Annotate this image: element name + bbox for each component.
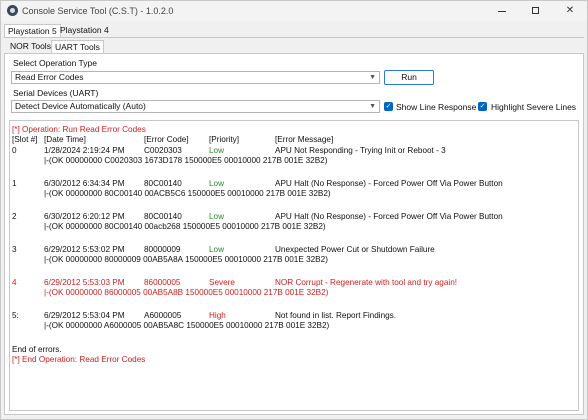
entry-priority: Low [209,146,225,155]
column-slot: [Slot #] [12,135,38,144]
entry-error-message: Unexpected Power Cut or Shutdown Failure [275,245,435,254]
column-error-code: [Error Code] [144,135,189,144]
entry-slot: 5: [12,311,19,320]
show-line-response-label: Show Line Response [396,102,477,112]
tab-divider [4,37,584,38]
log-entry-detail: |-(OK 00000000 80C00140 00acb268 150000E… [44,222,326,231]
entry-priority: Severe [209,278,235,287]
chevron-down-icon: ▼ [369,103,376,110]
operation-start-line: [*] Operation: Run Read Error Codes [12,125,146,134]
log-entry-detail: |-(OK 00000000 86000005 00AB5A8B 150000E… [44,288,329,297]
end-of-errors-line: End of errors. [12,345,62,354]
entry-slot: 3 [12,245,17,254]
highlight-severe-checkbox[interactable]: ✓ [478,102,487,111]
operation-end-line: [*] End Operation: Read Error Codes [12,355,146,364]
entry-date-time: 6/29/2012 5:53:03 PM [44,278,125,287]
entry-priority: Low [209,245,225,254]
column-date-time: [Date Time] [44,135,86,144]
entry-error-message: APU Not Responding - Trying Init or Rebo… [275,146,446,155]
maximize-icon [532,7,539,14]
app-window: Console Service Tool (C.S.T) - 1.0.2.0 ✕… [0,0,588,420]
entry-slot: 2 [12,212,17,221]
show-line-response-checkbox[interactable]: ✓ [384,102,393,111]
highlight-severe-label: Highlight Severe Lines [491,102,577,112]
log-entry-detail: |-(OK 00000000 80C00140 00ACB5C6 150000E… [44,189,331,198]
operation-type-label: Select Operation Type [13,58,97,68]
tab-uart-tools[interactable]: UART Tools [51,40,104,53]
entry-error-message: Not found in list. Report Findings. [275,311,397,320]
minimize-icon [498,11,506,12]
entry-error-message: APU Halt (No Response) - Forced Power Of… [275,179,503,188]
tab-playstation-4[interactable]: Playstation 4 [57,24,112,37]
entry-slot: 0 [12,146,17,155]
entry-error-code: 86000005 [144,278,181,287]
entry-error-message: NOR Corrupt - Regenerate with tool and t… [275,278,458,287]
app-icon [7,5,18,16]
run-button[interactable]: Run [384,70,434,85]
minimize-button[interactable] [485,1,519,21]
log-entry-detail: |-(OK 00000000 C0020303 1673D178 150000E… [44,156,328,165]
column-priority: [Priority] [209,135,240,144]
tab-nor-tools[interactable]: NOR Tools [7,40,54,53]
entry-date-time: 6/30/2012 6:34:34 PM [44,179,125,188]
operation-type-value: Read Error Codes [15,72,84,82]
entry-error-message: APU Halt (No Response) - Forced Power Of… [275,212,503,221]
output-log[interactable]: [*] Operation: Run Read Error Codes [Slo… [9,120,579,411]
entry-date-time: 1/28/2024 2:19:24 PM [44,146,125,155]
entry-error-code: C0020303 [144,146,182,155]
serial-device-select[interactable]: Detect Device Automatically (Auto) ▼ [11,100,380,113]
entry-error-code: 80C00140 [144,179,182,188]
entry-error-code: A6000005 [144,311,182,320]
entry-slot: 1 [12,179,17,188]
serial-device-value: Detect Device Automatically (Auto) [15,101,146,111]
serial-devices-label: Serial Devices (UART) [13,88,99,98]
entry-priority: High [209,311,226,320]
operation-type-select[interactable]: Read Error Codes ▼ [11,71,380,84]
entry-priority: Low [209,179,225,188]
column-error-message: [Error Message] [275,135,334,144]
entry-priority: Low [209,212,225,221]
window-title: Console Service Tool (C.S.T) - 1.0.2.0 [22,6,174,16]
entry-error-code: 80000009 [144,245,181,254]
entry-date-time: 6/29/2012 5:53:02 PM [44,245,125,254]
close-button[interactable]: ✕ [553,1,587,21]
chevron-down-icon: ▼ [369,74,376,81]
log-entry-detail: |-(OK 00000000 80000009 00AB5A8A 150000E… [44,255,328,264]
entry-slot: 4 [12,278,17,287]
title-bar: Console Service Tool (C.S.T) - 1.0.2.0 ✕ [1,1,587,21]
entry-error-code: 80C00140 [144,212,182,221]
log-entry-detail: |-(OK 00000000 A6000005 00AB5A8C 150000E… [44,321,330,330]
maximize-button[interactable] [519,1,553,21]
tab-playstation-5[interactable]: Playstation 5 [4,24,61,37]
entry-date-time: 6/30/2012 6:20:12 PM [44,212,125,221]
entry-date-time: 6/29/2012 5:53:04 PM [44,311,125,320]
